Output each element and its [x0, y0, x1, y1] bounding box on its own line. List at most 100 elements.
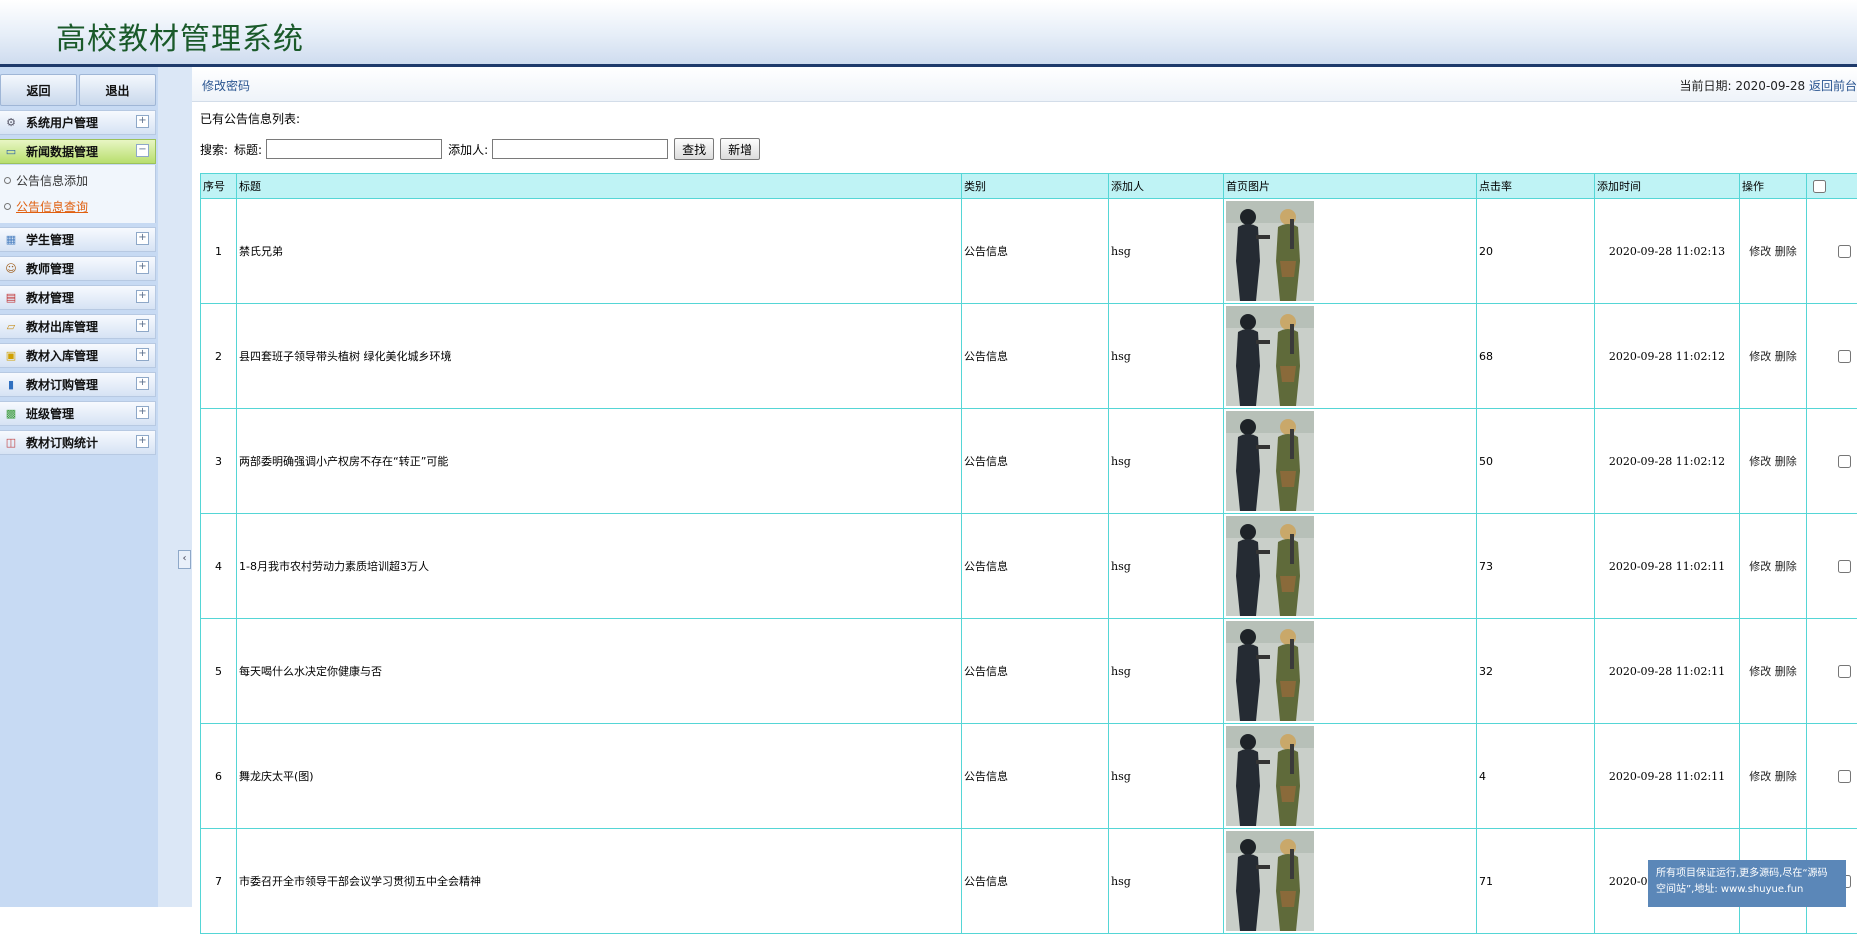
- sidebar-item-0[interactable]: ⚙ 系统用户管理 +: [0, 110, 156, 135]
- row-title: 每天喝什么水决定你健康与否: [237, 619, 962, 724]
- sidebar-item-label: 教材入库管理: [26, 347, 98, 364]
- expand-icon[interactable]: +: [136, 290, 149, 303]
- row-clicks: 20: [1477, 199, 1595, 304]
- edit-link[interactable]: 修改: [1749, 770, 1771, 783]
- sidebar-item-1[interactable]: ▭新闻数据管理−: [0, 139, 156, 164]
- edit-link[interactable]: 修改: [1749, 455, 1771, 468]
- watermark-line-2: 空间站”,地址: www.shuyue.fun: [1656, 882, 1838, 898]
- submenu-item-0[interactable]: 公告信息添加: [0, 167, 155, 193]
- row-actions: 修改 删除: [1740, 304, 1807, 409]
- row-actions: 修改 删除: [1740, 724, 1807, 829]
- sidebar-item-3[interactable]: ☺ 教师管理 +: [0, 256, 156, 281]
- thumbnail-image: [1226, 831, 1314, 931]
- sidebar-item-2[interactable]: ▦学生管理+: [0, 227, 156, 252]
- users-icon: ☺: [3, 262, 19, 276]
- table-icon: ▦: [3, 233, 19, 247]
- edit-link[interactable]: 修改: [1749, 665, 1771, 678]
- row-checkbox[interactable]: [1838, 245, 1851, 258]
- row-image: [1224, 199, 1477, 304]
- expand-icon[interactable]: +: [136, 261, 149, 274]
- select-all-checkbox[interactable]: [1813, 180, 1826, 193]
- row-title: 禁氏兄弟: [237, 199, 962, 304]
- header-title: 标题: [237, 174, 962, 199]
- sidebar-item-6[interactable]: ▣教材入库管理+: [0, 343, 156, 368]
- expand-icon[interactable]: +: [136, 377, 149, 390]
- row-no: 1: [201, 199, 237, 304]
- header-category: 类别: [962, 174, 1109, 199]
- row-time: 2020-09-28 11:02:13: [1595, 199, 1740, 304]
- row-image: [1224, 409, 1477, 514]
- expand-icon[interactable]: +: [136, 435, 149, 448]
- change-password-link[interactable]: 修改密码: [202, 77, 250, 94]
- expand-icon[interactable]: +: [136, 232, 149, 245]
- logout-button[interactable]: 退出: [79, 74, 156, 106]
- current-date: 2020-09-28: [1735, 79, 1805, 93]
- row-time: 2020-09-28 11:02:11: [1595, 514, 1740, 619]
- sidebar-item-label: 教师管理: [26, 260, 74, 277]
- row-adder: hsg: [1109, 409, 1224, 514]
- delete-link[interactable]: 删除: [1775, 455, 1797, 468]
- back-to-frontend-link[interactable]: 返回前台: [1809, 79, 1857, 93]
- row-clicks: 50: [1477, 409, 1595, 514]
- sidebar-item-8[interactable]: ▩班级管理+: [0, 401, 156, 426]
- row-adder: hsg: [1109, 304, 1224, 409]
- row-no: 5: [201, 619, 237, 724]
- sidebar-item-5[interactable]: ▱教材出库管理+: [0, 314, 156, 339]
- sidebar-item-label: 系统用户管理: [26, 114, 98, 131]
- find-button[interactable]: 查找: [674, 138, 714, 160]
- app-header: 高校教材管理系统: [0, 0, 1857, 67]
- monitor-icon: ▭: [3, 145, 19, 159]
- collapse-icon[interactable]: −: [136, 144, 149, 157]
- edit-link[interactable]: 修改: [1749, 560, 1771, 573]
- delete-link[interactable]: 删除: [1775, 770, 1797, 783]
- adder-search-input[interactable]: [492, 139, 668, 159]
- row-adder: hsg: [1109, 619, 1224, 724]
- row-actions: 修改 删除: [1740, 514, 1807, 619]
- stats-icon: ◫: [3, 436, 19, 450]
- row-checkbox[interactable]: [1838, 350, 1851, 363]
- top-bar: 修改密码 当前日期: 2020-09-28 返回前台: [192, 67, 1857, 102]
- table-row: 2县四套班子领导带头植树 绿化美化城乡环境公告信息hsg682020-09-28…: [201, 304, 1857, 409]
- table-row: 3两部委明确强调小产权房不存在“转正”可能公告信息hsg502020-09-28…: [201, 409, 1857, 514]
- bullet-icon: [4, 203, 11, 210]
- header-image: 首页图片: [1224, 174, 1477, 199]
- expand-icon[interactable]: +: [136, 348, 149, 361]
- submenu-item-1[interactable]: 公告信息查询: [0, 193, 155, 219]
- sidebar-item-label: 教材出库管理: [26, 318, 98, 335]
- edit-link[interactable]: 修改: [1749, 350, 1771, 363]
- delete-link[interactable]: 删除: [1775, 665, 1797, 678]
- delete-link[interactable]: 删除: [1775, 245, 1797, 258]
- watermark-line-1: 所有项目保证运行,更多源码,尽在“源码: [1656, 866, 1838, 882]
- list-caption: 已有公告信息列表:: [200, 110, 300, 127]
- add-button[interactable]: 新增: [720, 138, 760, 160]
- delete-link[interactable]: 删除: [1775, 560, 1797, 573]
- row-checkbox[interactable]: [1838, 770, 1851, 783]
- sidebar-item-4[interactable]: ▤教材管理+: [0, 285, 156, 310]
- row-select: [1807, 409, 1857, 514]
- sidebar-item-7[interactable]: ▮教材订购管理+: [0, 372, 156, 397]
- collapse-sidebar-icon[interactable]: ‹: [178, 550, 191, 569]
- row-adder: hsg: [1109, 199, 1224, 304]
- thumbnail-image: [1226, 726, 1314, 826]
- date-area: 当前日期: 2020-09-28 返回前台: [1680, 77, 1857, 94]
- sidebar-item-9[interactable]: ◫教材订购统计+: [0, 430, 156, 455]
- app-title: 高校教材管理系统: [56, 14, 304, 58]
- title-search-input[interactable]: [266, 139, 442, 159]
- bar-chart-icon: ▮: [3, 378, 19, 392]
- row-checkbox[interactable]: [1838, 455, 1851, 468]
- row-checkbox[interactable]: [1838, 665, 1851, 678]
- expand-icon[interactable]: +: [136, 406, 149, 419]
- thumbnail-image: [1226, 516, 1314, 616]
- edit-link[interactable]: 修改: [1749, 245, 1771, 258]
- row-category: 公告信息: [962, 304, 1109, 409]
- row-time: 2020-09-28 11:02:12: [1595, 409, 1740, 514]
- gear-icon: ⚙: [3, 116, 19, 130]
- row-checkbox[interactable]: [1838, 560, 1851, 573]
- expand-icon[interactable]: +: [136, 115, 149, 128]
- row-select: [1807, 514, 1857, 619]
- back-button[interactable]: 返回: [0, 74, 77, 106]
- expand-icon[interactable]: +: [136, 319, 149, 332]
- row-adder: hsg: [1109, 724, 1224, 829]
- delete-link[interactable]: 删除: [1775, 350, 1797, 363]
- header-time: 添加时间: [1595, 174, 1740, 199]
